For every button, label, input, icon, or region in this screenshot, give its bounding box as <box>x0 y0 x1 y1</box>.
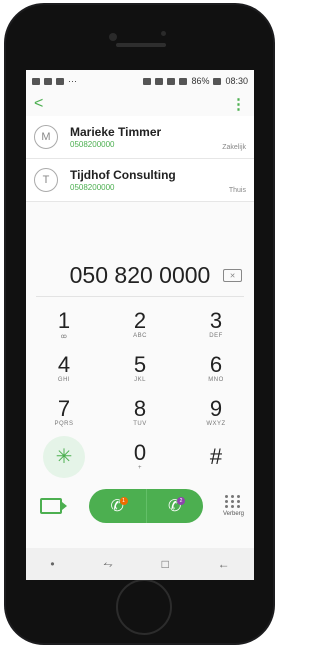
key-digit: 8 <box>133 396 147 421</box>
key-letters: DEF <box>209 333 223 339</box>
key-8[interactable]: 8 TUV <box>102 391 178 435</box>
key-digit: # <box>209 444 223 469</box>
key-digit: 1 <box>57 308 71 333</box>
battery-icon <box>213 77 222 85</box>
more-options-icon[interactable]: ⋮ <box>231 95 246 113</box>
dialed-number: 050 820 0000 <box>69 261 211 288</box>
sim2-badge: 2 <box>177 497 185 505</box>
key-digit: ✳ <box>55 446 73 468</box>
proximity-sensor <box>161 31 166 36</box>
earpiece-speaker <box>116 43 166 47</box>
nav-dot-icon: • <box>50 557 55 571</box>
avatar: M <box>34 125 58 149</box>
key-letters: JKL <box>134 377 146 383</box>
action-row: ✆ 1 ✆ 2 Verberg <box>26 483 254 529</box>
key-5[interactable]: 5 JKL <box>102 347 178 391</box>
call-sim1-button[interactable]: ✆ 1 <box>89 489 146 523</box>
contact-name: Tijdhof Consulting <box>70 168 176 182</box>
mail-icon <box>56 77 64 85</box>
key-star[interactable]: ✳ <box>26 435 102 479</box>
key-digit: 4 <box>57 352 71 377</box>
sim1-badge: 1 <box>119 497 128 505</box>
key-digit: 6 <box>209 352 223 377</box>
contact-suggestion[interactable]: T Tijdhof Consulting 0508200000 Thuis <box>26 159 254 202</box>
key-digit: 5 <box>133 352 147 377</box>
key-letters: GHI <box>57 377 71 383</box>
key-4[interactable]: 4 GHI <box>26 347 102 391</box>
key-2[interactable]: 2 ABC <box>102 303 178 347</box>
backspace-icon[interactable]: ✕ <box>223 269 242 282</box>
contact-number: 0508200000 <box>70 183 115 192</box>
key-7[interactable]: 7 PQRS <box>26 391 102 435</box>
front-camera <box>109 33 117 41</box>
avatar: T <box>34 168 58 192</box>
key-3[interactable]: 3 DEF <box>178 303 254 347</box>
key-letters: + <box>137 465 142 471</box>
dialed-number-display[interactable]: 050 820 0000 ✕ <box>26 256 254 294</box>
key-1[interactable]: 1ꝏ <box>26 303 102 347</box>
more-icon: ··· <box>68 76 77 86</box>
signal-icon <box>167 77 176 85</box>
video-call-icon[interactable] <box>40 498 67 514</box>
contact-suggestion[interactable]: M Marieke Timmer 0508200000 Zakelijk <box>26 116 254 159</box>
key-letters: WXYZ <box>206 421 226 427</box>
hide-keypad-label: Verberg <box>222 511 244 517</box>
back-arrow-icon[interactable]: < <box>34 96 43 112</box>
key-letters: MNO <box>208 377 224 383</box>
key-letters: TUV <box>133 421 147 427</box>
hide-keypad-button[interactable]: Verberg <box>223 495 244 517</box>
contact-name: Marieke Timmer <box>70 125 162 139</box>
contact-info: Tijdhof Consulting 0508200000 <box>70 168 176 192</box>
mail-icon <box>44 77 52 85</box>
contact-number-type: Zakelijk <box>222 144 246 151</box>
key-digit: 9 <box>209 396 223 421</box>
key-letters: PQRS <box>54 421 74 427</box>
back-icon[interactable]: ← <box>218 557 230 571</box>
key-9[interactable]: 9 WXYZ <box>178 391 254 435</box>
status-left: ··· <box>32 76 77 86</box>
voicemail-icon: ꝏ <box>60 334 68 340</box>
alarm-icon <box>143 77 152 85</box>
status-right: 86% 08:30 <box>143 76 248 86</box>
contact-info: Marieke Timmer 0508200000 <box>70 125 161 149</box>
spacer <box>26 202 254 256</box>
home-button[interactable] <box>116 579 172 635</box>
keypad: 1ꝏ 2 ABC 3 DEF 4 GHI 5 JKL 6 MNO 7 PQRS 8 TUV 9… <box>26 303 254 479</box>
battery-percent: 86% <box>191 76 210 86</box>
divider <box>36 296 244 297</box>
key-6[interactable]: 6 MNO <box>178 347 254 391</box>
app-bar: < ⋮ <box>26 92 254 116</box>
image-icon <box>32 77 40 85</box>
key-letters: ABC <box>133 333 147 339</box>
navigation-bar: • ⥊ □ ← <box>26 548 254 580</box>
contact-number-type: Thuis <box>228 187 246 194</box>
key-digit: 7 <box>57 396 71 421</box>
key-digit: 3 <box>209 308 223 333</box>
recents-icon[interactable]: ⥊ <box>103 557 113 572</box>
wifi-icon <box>155 77 164 85</box>
status-time: 08:30 <box>225 76 248 86</box>
key-hash[interactable]: # <box>178 435 254 479</box>
call-buttons: ✆ 1 ✆ 2 <box>89 489 203 523</box>
key-digit: 2 <box>133 308 147 333</box>
signal-icon <box>179 77 188 85</box>
home-icon[interactable]: □ <box>162 557 169 571</box>
dialer-screen: ··· 86% 08:30 < ⋮ M Marieke Timmer 05082… <box>26 70 254 580</box>
key-digit: 0 <box>133 440 147 465</box>
contact-number: 0508200000 <box>70 140 115 149</box>
call-sim2-button[interactable]: ✆ 2 <box>145 489 204 523</box>
key-0[interactable]: 0 + <box>102 435 178 479</box>
status-bar: ··· 86% 08:30 <box>26 70 254 92</box>
keypad-icon <box>225 495 241 508</box>
